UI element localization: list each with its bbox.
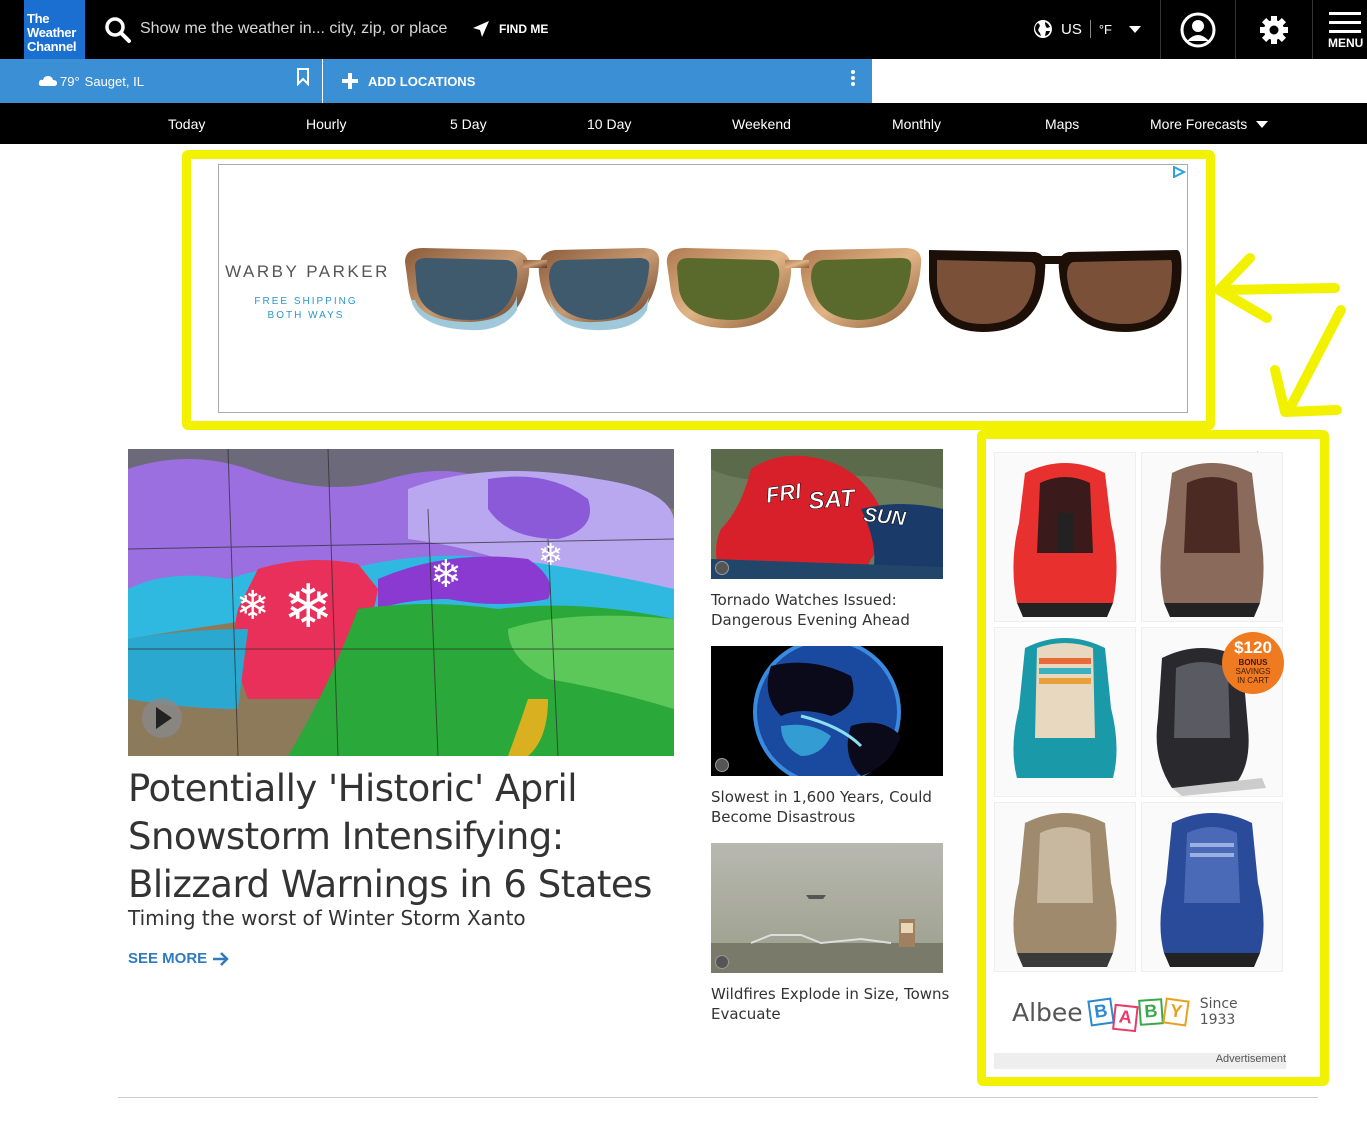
search-input[interactable] <box>140 18 460 40</box>
nav-monthly[interactable]: Monthly <box>892 103 941 144</box>
divider <box>1089 20 1091 38</box>
thumb-text-sun: SUN <box>862 504 907 530</box>
current-place: Sauget, IL <box>84 73 144 89</box>
thumb-text-sat: SAT <box>808 485 858 515</box>
main-subhead: Timing the worst of Winter Storm Xanto <box>128 906 526 930</box>
hamburger-icon <box>1329 12 1361 39</box>
play-icon <box>715 758 729 772</box>
svg-text:❄: ❄ <box>236 583 270 629</box>
play-icon <box>715 955 729 969</box>
region-label: US <box>1061 20 1082 38</box>
divider <box>322 59 323 103</box>
svg-text:❄: ❄ <box>430 552 462 596</box>
nav-weekend[interactable]: Weekend <box>732 103 791 144</box>
severe-weather-map-image: FRI SAT SUN <box>711 449 943 579</box>
logo-line-1: The <box>27 11 50 26</box>
weather-channel-logo[interactable]: The Weather Channel <box>24 0 85 59</box>
divider <box>118 1097 1318 1098</box>
nav-today[interactable]: Today <box>168 103 205 144</box>
arrow-right-icon <box>213 951 229 966</box>
logo-line-3: Channel <box>27 39 77 54</box>
annotation-arrows <box>1214 253 1346 417</box>
plus-icon <box>342 73 358 89</box>
svg-text:❄: ❄ <box>283 572 333 642</box>
unit-label: °F <box>1098 21 1112 37</box>
hero-video-thumbnail[interactable]: ❄ ❄ ❄ ❄ <box>128 449 674 756</box>
gear-icon <box>1260 15 1288 44</box>
see-more-label: SEE MORE <box>128 950 208 967</box>
user-account-button[interactable] <box>1161 0 1235 59</box>
globe-icon <box>1034 20 1052 38</box>
snowstorm-map-image: ❄ ❄ ❄ ❄ <box>128 449 674 756</box>
find-me-label: FIND ME <box>499 22 549 36</box>
nav-more-forecasts[interactable]: More Forecasts <box>1150 103 1269 144</box>
story-caption[interactable]: Slowest in 1,600 Years, Could Become Dis… <box>711 787 951 827</box>
find-me-button[interactable]: FIND ME <box>472 18 548 40</box>
region-unit-selector[interactable]: US °F <box>1033 18 1142 40</box>
current-temp: 79° <box>60 73 80 89</box>
wildfire-smoke-image <box>711 843 943 973</box>
user-icon <box>1180 12 1216 47</box>
caret-down-icon <box>1256 120 1269 128</box>
caret-down-icon <box>1128 26 1141 33</box>
nav-10-day[interactable]: 10 Day <box>587 103 631 144</box>
logo-line-2: Weather <box>27 25 76 40</box>
menu-button[interactable]: MENU <box>1313 0 1367 59</box>
bookmark-icon[interactable] <box>296 68 310 86</box>
nav-hourly[interactable]: Hourly <box>306 103 346 144</box>
annotation-highlight-top-ad <box>182 150 1215 430</box>
kebab-menu-icon[interactable] <box>850 69 856 89</box>
nav-5-day[interactable]: 5 Day <box>450 103 487 144</box>
current-location[interactable]: 79° Sauget, IL <box>0 59 322 103</box>
story-caption[interactable]: Tornado Watches Issued: Dangerous Evenin… <box>711 590 951 630</box>
story-thumbnail-tornado[interactable]: FRI SAT SUN <box>711 449 943 579</box>
add-locations-button[interactable]: ADD LOCATIONS <box>342 59 475 103</box>
cloud-icon <box>38 76 57 86</box>
location-arrow-icon <box>473 21 489 37</box>
settings-button[interactable] <box>1236 0 1312 59</box>
story-thumbnail-globe[interactable] <box>711 646 943 776</box>
add-locations-label: ADD LOCATIONS <box>368 73 476 89</box>
see-more-link[interactable]: SEE MORE <box>128 950 230 967</box>
nav-maps[interactable]: Maps <box>1045 103 1079 144</box>
nav-more-forecasts-label: More Forecasts <box>1150 115 1248 132</box>
story-thumbnail-wildfire[interactable] <box>711 843 943 973</box>
story-caption[interactable]: Wildfires Explode in Size, Towns Evacuat… <box>711 984 951 1024</box>
ocean-globe-image <box>711 646 943 776</box>
svg-text:❄: ❄ <box>538 538 563 573</box>
thumb-text-fri: FRI <box>764 478 803 508</box>
main-headline[interactable]: Potentially 'Historic' April Snowstorm I… <box>128 765 688 909</box>
search-icon[interactable] <box>104 16 132 44</box>
play-icon <box>715 561 729 575</box>
menu-label: MENU <box>1328 36 1364 50</box>
annotation-highlight-side-ad <box>977 430 1329 1086</box>
